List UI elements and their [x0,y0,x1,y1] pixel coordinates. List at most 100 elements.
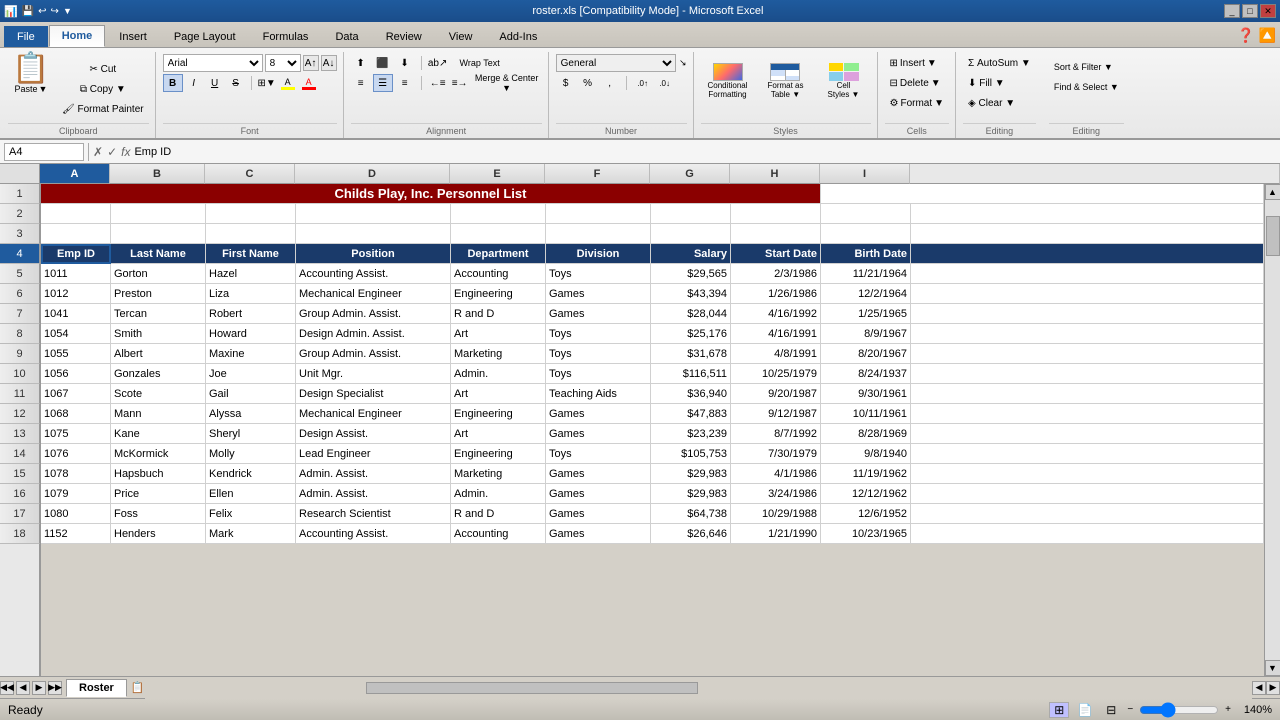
tab-view[interactable]: View [436,26,486,47]
currency-button[interactable]: $ [556,74,576,92]
align-right-button[interactable]: ≡ [395,74,415,92]
underline-button[interactable]: U [205,74,225,92]
cell-extra-3[interactable] [911,224,1264,244]
cell-row11-col8[interactable]: 9/20/1987 [731,384,821,404]
borders-button[interactable]: ⊞▼ [257,74,277,92]
cell-row9-col4[interactable]: Group Admin. Assist. [296,344,451,364]
clear-button[interactable]: ◈ Clear ▼ [963,94,1020,112]
row-header-17[interactable]: 17 [0,504,40,524]
formula-input[interactable] [134,143,1276,161]
scroll-right-arrow[interactable]: ▶ [1266,681,1280,695]
format-as-table-button[interactable]: Format asTable ▼ [759,54,813,108]
cell-row8-col3[interactable]: Howard [206,324,296,344]
cell-row11-col6[interactable]: Teaching Aids [546,384,651,404]
cell-row7-col3[interactable]: Robert [206,304,296,324]
cell-g4[interactable]: Salary [651,244,731,264]
close-button[interactable]: ✕ [1260,4,1276,18]
cell-row17-col4[interactable]: Research Scientist [296,504,451,524]
inc-decimal-button[interactable]: .0↑ [633,74,653,92]
cell-i3[interactable] [821,224,911,244]
font-color-button[interactable]: A [299,74,319,92]
normal-view-button[interactable]: ⊞ [1049,702,1069,718]
cell-c2[interactable] [206,204,296,224]
cell-g2[interactable] [651,204,731,224]
cell-row14-col8[interactable]: 7/30/1979 [731,444,821,464]
cell-row18-col9[interactable]: 10/23/1965 [821,524,911,544]
cell-row8-col9[interactable]: 8/9/1967 [821,324,911,344]
cell-row15-col6[interactable]: Games [546,464,651,484]
scroll-left-arrow[interactable]: ◀ [1252,681,1266,695]
cell-row15-col8[interactable]: 4/1/1986 [731,464,821,484]
cell-row11-col2[interactable]: Scote [111,384,206,404]
cell-extra-9[interactable] [911,344,1264,364]
cell-row18-col5[interactable]: Accounting [451,524,546,544]
tab-insert[interactable]: Insert [106,26,160,47]
cell-row5-col7[interactable]: $29,565 [651,264,731,284]
cell-row10-col2[interactable]: Gonzales [111,364,206,384]
cell-row13-col8[interactable]: 8/7/1992 [731,424,821,444]
cell-row16-col3[interactable]: Ellen [206,484,296,504]
ribbon-minimize-icon[interactable]: 🔼 [1259,27,1276,44]
quick-undo[interactable]: ↩ [38,6,46,17]
cell-row9-col3[interactable]: Maxine [206,344,296,364]
cell-row16-col9[interactable]: 12/12/1962 [821,484,911,504]
cell-row18-col1[interactable]: 1152 [41,524,111,544]
cell-row7-col5[interactable]: R and D [451,304,546,324]
row-header-6[interactable]: 6 [0,284,40,304]
cell-row6-col3[interactable]: Liza [206,284,296,304]
row-header-7[interactable]: 7 [0,304,40,324]
cell-row7-col8[interactable]: 4/16/1992 [731,304,821,324]
cell-row13-col1[interactable]: 1075 [41,424,111,444]
col-header-a[interactable]: A [40,164,110,184]
quick-access-dropdown[interactable]: ▼ [63,6,72,16]
cell-row8-col4[interactable]: Design Admin. Assist. [296,324,451,344]
cell-d3[interactable] [296,224,451,244]
cell-row7-col7[interactable]: $28,044 [651,304,731,324]
cell-row16-col1[interactable]: 1079 [41,484,111,504]
font-size-select[interactable]: 8 [265,54,301,72]
cell-row16-col7[interactable]: $29,983 [651,484,731,504]
italic-button[interactable]: I [184,74,204,92]
cell-row12-col3[interactable]: Alyssa [206,404,296,424]
cell-row17-col5[interactable]: R and D [451,504,546,524]
cell-d2[interactable] [296,204,451,224]
orientation-button[interactable]: ab↗ [428,54,448,72]
cell-row12-col5[interactable]: Engineering [451,404,546,424]
find-select-button[interactable]: Find & Select ▼ [1049,78,1124,96]
cell-row12-col4[interactable]: Mechanical Engineer [296,404,451,424]
scrollbar-thumb[interactable] [1266,216,1280,256]
cell-extra-16[interactable] [911,484,1264,504]
sheet-nav-prev[interactable]: ◀ [16,681,30,695]
row-header-18[interactable]: 18 [0,524,40,544]
scroll-up-arrow[interactable]: ▲ [1265,184,1280,200]
cell-row15-col3[interactable]: Kendrick [206,464,296,484]
cell-extra-6[interactable] [911,284,1264,304]
row-header-8[interactable]: 8 [0,324,40,344]
cell-row18-col6[interactable]: Games [546,524,651,544]
cell-row12-col7[interactable]: $47,883 [651,404,731,424]
row-header-5[interactable]: 5 [0,264,40,284]
tab-home[interactable]: Home [49,25,106,47]
cell-row6-col9[interactable]: 12/2/1964 [821,284,911,304]
cell-row14-col9[interactable]: 9/8/1940 [821,444,911,464]
cell-row6-col5[interactable]: Engineering [451,284,546,304]
cell-row11-col9[interactable]: 9/30/1961 [821,384,911,404]
cell-extra-1[interactable] [821,184,1264,204]
cell-row15-col7[interactable]: $29,983 [651,464,731,484]
zoom-in-button[interactable]: + [1225,704,1231,715]
cell-row14-col1[interactable]: 1076 [41,444,111,464]
cell-row5-col6[interactable]: Toys [546,264,651,284]
merge-center-button[interactable]: Merge & Center ▼ [472,74,542,92]
row-header-14[interactable]: 14 [0,444,40,464]
col-header-f[interactable]: F [545,164,650,184]
insert-worksheet-button[interactable]: 📋 [131,681,145,694]
cell-row6-col1[interactable]: 1012 [41,284,111,304]
cell-extra-13[interactable] [911,424,1264,444]
sort-filter-button[interactable]: Sort & Filter ▼ [1049,58,1118,76]
cell-row13-col2[interactable]: Kane [111,424,206,444]
cell-extra-4[interactable] [911,244,1264,264]
cell-row13-col6[interactable]: Games [546,424,651,444]
cell-f4[interactable]: Division [546,244,651,264]
cell-row15-col4[interactable]: Admin. Assist. [296,464,451,484]
cell-extra-7[interactable] [911,304,1264,324]
